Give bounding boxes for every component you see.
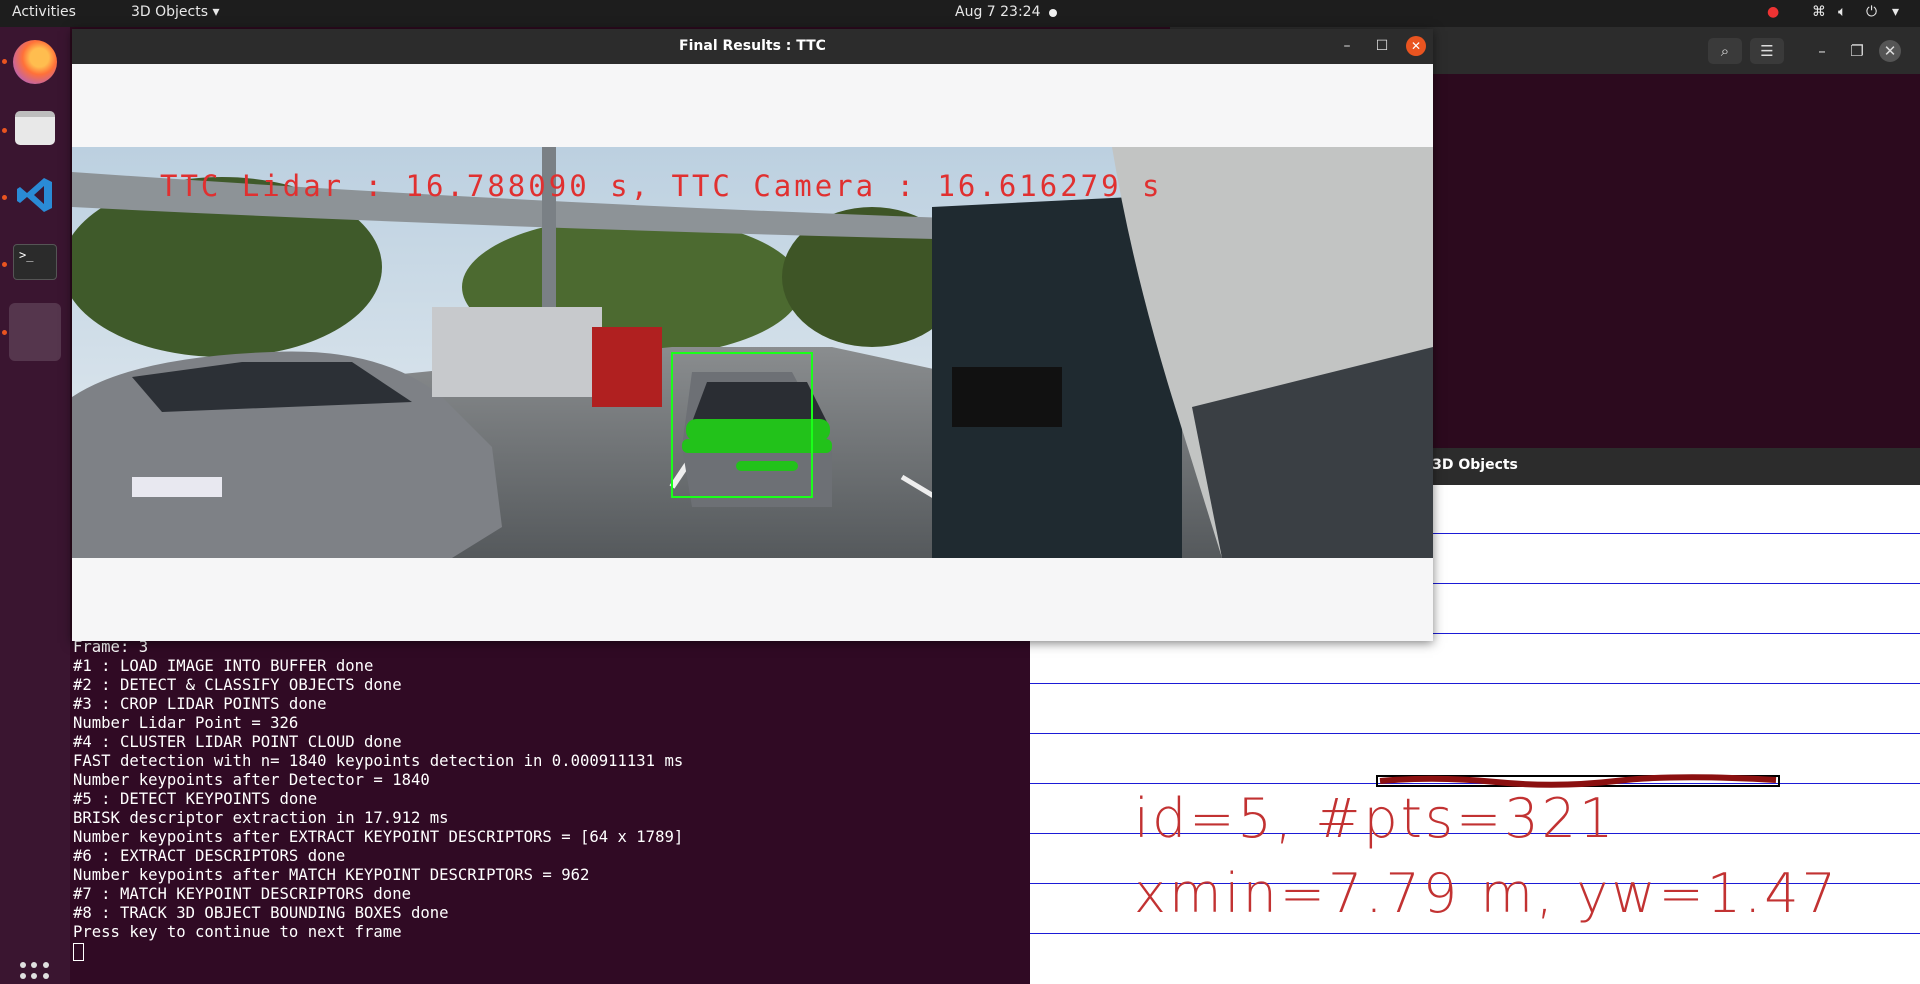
terminal-line: #1 : LOAD IMAGE INTO BUFFER done xyxy=(73,657,374,675)
top-bar: Activities 3D Objects ▾ Aug 7 23:24 ● ⌘ … xyxy=(0,0,1920,27)
terminal-line: #5 : DETECT KEYPOINTS done xyxy=(73,790,318,808)
camera-image: TTC Lidar : 16.788090 s, TTC Camera : 16… xyxy=(72,147,1433,558)
terminal-line: FAST detection with n= 1840 keypoints de… xyxy=(73,752,684,770)
terminal-line: Number keypoints after Detector = 1840 xyxy=(73,771,430,789)
distance-marker-line xyxy=(1030,683,1920,684)
minimize-button[interactable]: – xyxy=(1337,36,1357,56)
firefox-icon xyxy=(13,40,57,84)
terminal-line: #2 : DETECT & CLASSIFY OBJECTS done xyxy=(73,676,402,694)
alert-icon[interactable]: ● xyxy=(1767,4,1779,20)
terminal-output[interactable]: Frame: 3 #1 : LOAD IMAGE INTO BUFFER done… xyxy=(70,638,1030,984)
search-icon: ⌕ xyxy=(1720,42,1730,60)
minimize-icon: – xyxy=(1343,38,1351,54)
dock-item-vscode[interactable] xyxy=(9,169,61,221)
network-icon[interactable]: ⌘ xyxy=(1812,4,1826,20)
terminal-line: BRISK descriptor extraction in 17.912 ms xyxy=(73,809,449,827)
running-indicator xyxy=(2,195,7,200)
app-menu-label: 3D Objects xyxy=(131,4,209,20)
terminal-line: Number keypoints after EXTRACT KEYPOINT … xyxy=(73,828,684,846)
final-results-window[interactable]: Final Results : TTC – ☐ ✕ TTC Lidar: 16… xyxy=(72,29,1433,641)
dock-item-firefox[interactable] xyxy=(9,36,61,88)
terminal-line: #6 : EXTRACT DESCRIPTORS done xyxy=(73,847,346,865)
terminal-line: #4 : CLUSTER LIDAR POINT CLOUD done xyxy=(73,733,402,751)
terminal-line: #3 : CROP LIDAR POINTS done xyxy=(73,695,327,713)
terminal-line: #7 : MATCH KEYPOINT DESCRIPTORS done xyxy=(73,885,411,903)
distance-marker-line xyxy=(1030,933,1920,934)
files-icon xyxy=(15,111,55,145)
vscode-icon xyxy=(17,178,52,212)
notification-dot xyxy=(1049,9,1057,17)
search-button[interactable]: ⌕ xyxy=(1708,38,1742,64)
activities-button[interactable]: Activities xyxy=(12,4,76,20)
ttc-overlay-text: TTC Lidar : 16.788090 s, TTC Camera : 16… xyxy=(160,169,1163,203)
running-indicator xyxy=(2,262,7,267)
object-id-label: id=5, #pts=321 xyxy=(1134,787,1617,850)
app-menu[interactable]: 3D Objects ▾ xyxy=(131,4,220,20)
terminal-icon: >_ xyxy=(13,244,57,280)
show-apps-icon[interactable] xyxy=(20,962,50,984)
system-menu-chevron-icon[interactable]: ▾ xyxy=(1892,4,1899,20)
dock: >_ xyxy=(0,27,70,984)
object-distance-label: xmin=7.79 m, yw=1.47 xyxy=(1134,862,1839,925)
terminal-cursor xyxy=(73,942,84,961)
terminal-line: Press key to continue to next frame xyxy=(73,923,402,941)
maximize-icon: ☐ xyxy=(1375,38,1389,54)
terminal-line: #8 : TRACK 3D OBJECT BOUNDING BOXES done xyxy=(73,904,449,922)
close-button[interactable]: ✕ xyxy=(1406,36,1426,56)
menu-button[interactable]: ☰ xyxy=(1750,38,1784,64)
restore-button[interactable]: ❐ xyxy=(1845,38,1869,64)
minimize-icon: – xyxy=(1818,42,1826,60)
running-indicator xyxy=(2,128,7,133)
power-icon[interactable]: ⏻ xyxy=(1866,4,1877,20)
bounding-box xyxy=(671,352,813,498)
clock[interactable]: Aug 7 23:24 xyxy=(955,4,1041,20)
close-button[interactable]: ✕ xyxy=(1879,40,1901,62)
minimize-button[interactable]: – xyxy=(1810,38,1834,64)
running-indicator xyxy=(2,330,7,335)
dock-item-terminal[interactable]: >_ xyxy=(9,236,61,288)
running-indicator xyxy=(2,59,7,64)
close-icon: ✕ xyxy=(1883,42,1897,60)
volume-icon[interactable]: 🔈︎ xyxy=(1838,4,1846,20)
hamburger-icon: ☰ xyxy=(1760,42,1774,60)
restore-icon: ❐ xyxy=(1850,42,1864,60)
terminal-line: Number keypoints after MATCH KEYPOINT DE… xyxy=(73,866,590,884)
window-title: Final Results : TTC xyxy=(72,29,1433,64)
close-icon: ✕ xyxy=(1410,39,1422,53)
maximize-button[interactable]: ☐ xyxy=(1372,36,1392,56)
distance-marker-line xyxy=(1030,733,1920,734)
terminal-line: Number Lidar Point = 326 xyxy=(73,714,299,732)
dock-item-files[interactable] xyxy=(9,102,61,154)
dock-item-3d-objects[interactable] xyxy=(9,303,61,361)
